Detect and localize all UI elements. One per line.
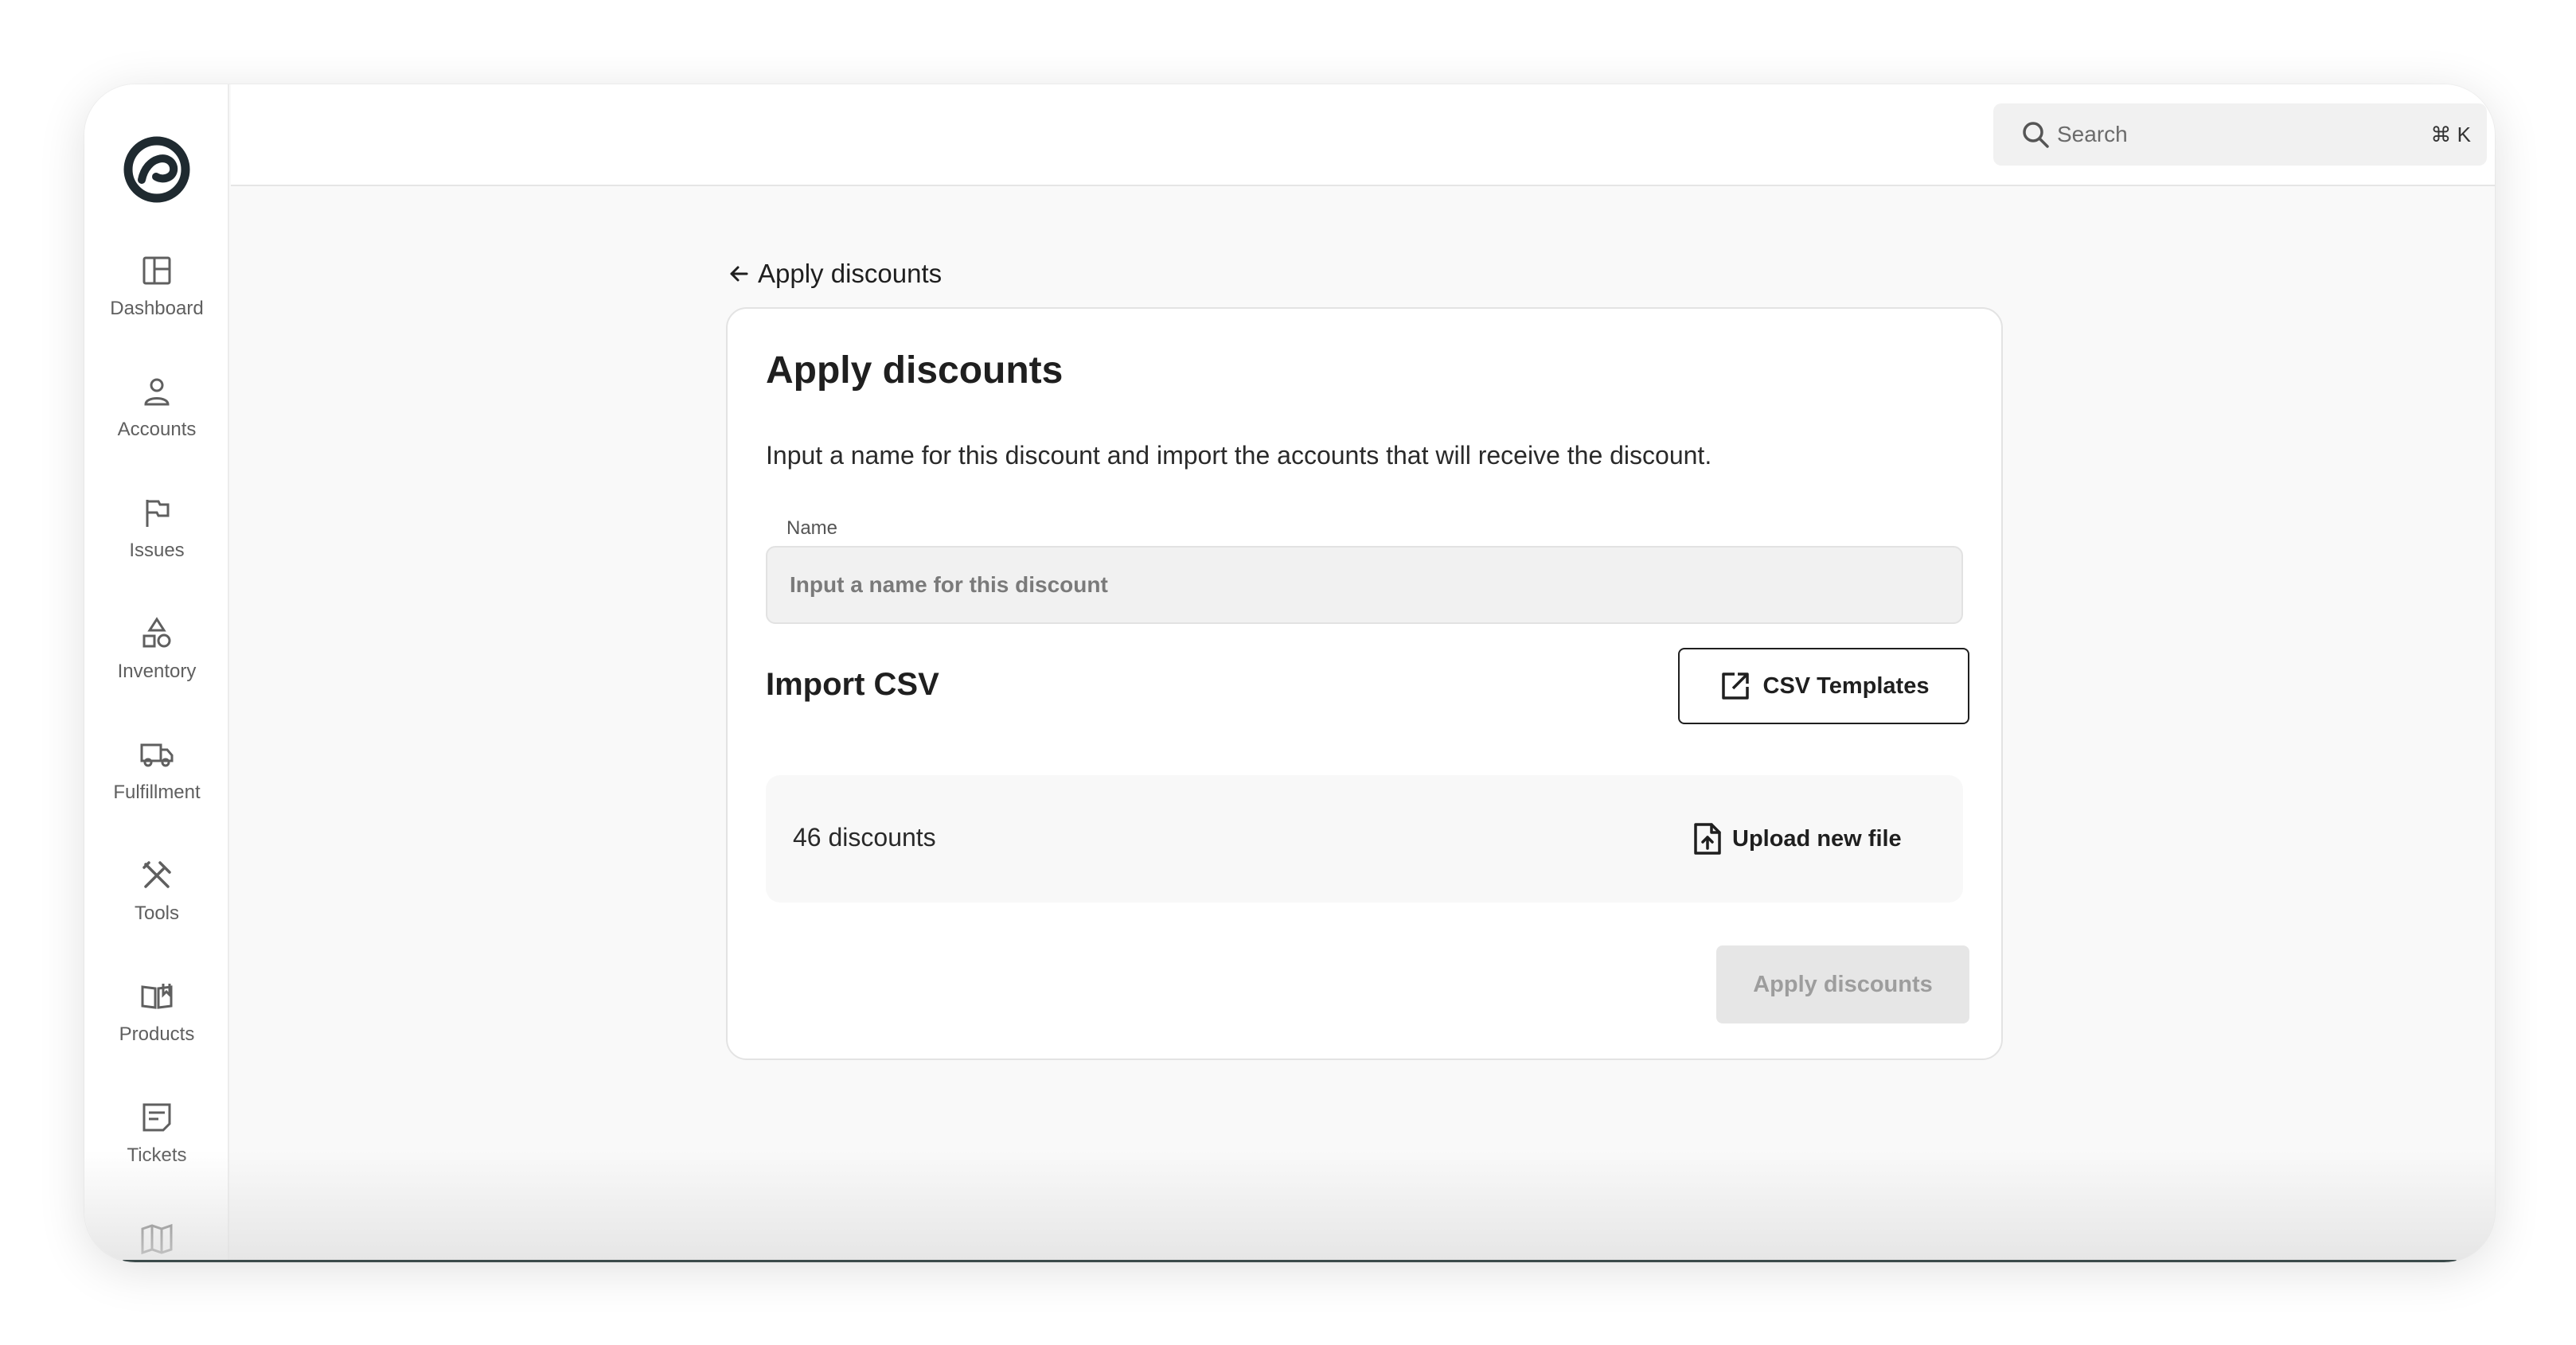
bottom-divider bbox=[123, 1260, 2457, 1262]
external-link-icon bbox=[1721, 672, 1749, 700]
sidebar-item-label: Fulfillment bbox=[113, 782, 201, 803]
name-field-label: Name bbox=[786, 517, 838, 539]
csv-templates-button[interactable]: CSV Templates bbox=[1678, 648, 1969, 724]
card-description: Input a name for this discount and impor… bbox=[766, 441, 1712, 470]
sidebar-item-fulfillment[interactable]: Fulfillment bbox=[84, 737, 229, 832]
truck-icon bbox=[140, 743, 174, 767]
sidebar: Dashboard Accounts Issues Inventory Fulf bbox=[84, 84, 229, 1262]
upload-new-file-button[interactable]: Upload new file bbox=[1691, 817, 1902, 861]
discount-name-input[interactable] bbox=[766, 546, 1963, 624]
sidebar-item-label: Tickets bbox=[127, 1144, 187, 1166]
sidebar-item-inventory[interactable]: Inventory bbox=[84, 616, 229, 711]
sidebar-item-map[interactable] bbox=[84, 1221, 229, 1262]
sidebar-item-tools[interactable]: Tools bbox=[84, 858, 229, 953]
ticket-icon bbox=[142, 1103, 171, 1132]
layout-icon bbox=[142, 256, 171, 285]
sidebar-item-products[interactable]: Products bbox=[84, 979, 229, 1074]
back-link[interactable]: Apply discounts bbox=[728, 258, 942, 290]
search-shortcut-hint: ⌘ K bbox=[2430, 122, 2471, 146]
sidebar-item-label: Issues bbox=[129, 540, 185, 561]
sidebar-item-label: Inventory bbox=[117, 661, 197, 682]
search-box[interactable]: ⌘ K bbox=[1993, 103, 2487, 166]
bottom-fade bbox=[84, 1151, 2495, 1262]
discount-count: 46 discounts bbox=[793, 823, 936, 852]
apply-discounts-button[interactable]: Apply discounts bbox=[1716, 945, 1969, 1023]
csv-templates-label: CSV Templates bbox=[1762, 672, 1930, 699]
map-icon bbox=[141, 1223, 173, 1255]
sidebar-item-label: Tools bbox=[134, 903, 180, 924]
back-link-label: Apply discounts bbox=[758, 259, 943, 288]
apply-discounts-card: Apply discounts Input a name for this di… bbox=[726, 307, 2003, 1060]
sidebar-item-label: Accounts bbox=[117, 419, 197, 440]
brand-logo-icon[interactable] bbox=[123, 135, 191, 204]
sidebar-item-label: Dashboard bbox=[110, 298, 204, 319]
sidebar-item-dashboard[interactable]: Dashboard bbox=[84, 253, 229, 349]
arrow-left-icon bbox=[730, 266, 748, 282]
uploaded-file-panel: 46 discounts Upload new file bbox=[766, 775, 1963, 903]
user-icon bbox=[144, 378, 170, 406]
top-header: ⌘ K TB bbox=[231, 84, 2495, 186]
search-icon bbox=[2023, 122, 2049, 148]
sidebar-item-label: Products bbox=[119, 1023, 195, 1045]
sidebar-item-accounts[interactable]: Accounts bbox=[84, 374, 229, 470]
book-icon bbox=[141, 984, 173, 1009]
app-window: Dashboard Accounts Issues Inventory Fulf bbox=[84, 84, 2495, 1262]
search-input[interactable] bbox=[2057, 122, 2431, 147]
page-title: Apply discounts bbox=[766, 349, 1064, 392]
sidebar-item-tickets[interactable]: Tickets bbox=[84, 1100, 229, 1195]
sidebar-item-issues[interactable]: Issues bbox=[84, 495, 229, 591]
upload-new-file-label: Upload new file bbox=[1732, 825, 1902, 852]
file-upload-icon bbox=[1694, 823, 1721, 855]
import-csv-title: Import CSV bbox=[766, 667, 939, 702]
flag-icon bbox=[146, 500, 170, 527]
shapes-icon bbox=[142, 617, 171, 648]
tools-icon bbox=[142, 861, 171, 888]
